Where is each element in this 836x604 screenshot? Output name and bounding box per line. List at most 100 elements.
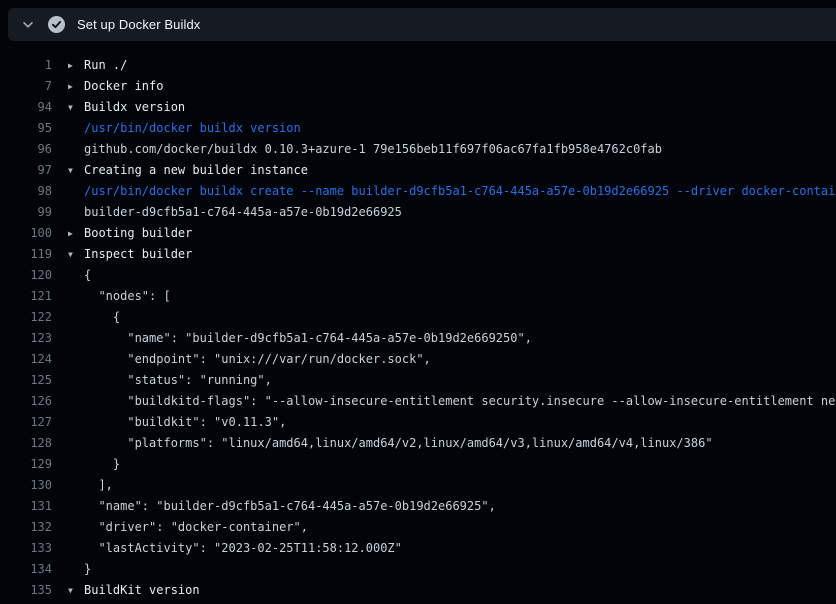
log-text: Docker info bbox=[84, 76, 163, 97]
line-content: /usr/bin/docker buildx version bbox=[52, 118, 301, 139]
group-toggle-arrow bbox=[68, 370, 84, 391]
log-line: 121 "nodes": [ bbox=[0, 286, 836, 307]
log-line: 120 { bbox=[0, 265, 836, 286]
log-text: "platforms": "linux/amd64,linux/amd64/v2… bbox=[84, 433, 713, 454]
line-number[interactable]: 129 bbox=[0, 454, 52, 475]
line-number[interactable]: 127 bbox=[0, 412, 52, 433]
log-text: "status": "running", bbox=[84, 370, 272, 391]
log-line: 131 "name": "builder-d9cfb5a1-c764-445a-… bbox=[0, 496, 836, 517]
line-number[interactable]: 98 bbox=[0, 181, 52, 202]
line-content: ▶ Booting builder bbox=[52, 223, 192, 244]
line-number[interactable]: 121 bbox=[0, 286, 52, 307]
line-number[interactable]: 130 bbox=[0, 475, 52, 496]
line-number[interactable]: 122 bbox=[0, 307, 52, 328]
log-text: } bbox=[84, 454, 120, 475]
group-toggle-arrow[interactable]: ▶ bbox=[68, 55, 84, 76]
group-toggle-arrow bbox=[68, 433, 84, 454]
log-line[interactable]: 135 ▼ BuildKit version bbox=[0, 580, 836, 601]
step-header[interactable]: Set up Docker Buildx bbox=[8, 8, 836, 41]
group-toggle-arrow bbox=[68, 517, 84, 538]
line-number[interactable]: 119 bbox=[0, 244, 52, 265]
log-line[interactable]: 119 ▼ Inspect builder bbox=[0, 244, 836, 265]
line-number[interactable]: 94 bbox=[0, 97, 52, 118]
line-number[interactable]: 96 bbox=[0, 139, 52, 160]
log-text: Creating a new builder instance bbox=[84, 160, 308, 181]
line-number[interactable]: 133 bbox=[0, 538, 52, 559]
line-number[interactable]: 97 bbox=[0, 160, 52, 181]
line-number[interactable]: 134 bbox=[0, 559, 52, 580]
line-content: } bbox=[52, 559, 91, 580]
line-number[interactable]: 95 bbox=[0, 118, 52, 139]
log-line: 123 "name": "builder-d9cfb5a1-c764-445a-… bbox=[0, 328, 836, 349]
log-line: 124 "endpoint": "unix:///var/run/docker.… bbox=[0, 349, 836, 370]
group-toggle-arrow bbox=[68, 475, 84, 496]
log-line[interactable]: 94 ▼ Buildx version bbox=[0, 97, 836, 118]
group-toggle-arrow[interactable]: ▶ bbox=[68, 76, 84, 97]
line-content: ▼ BuildKit version bbox=[52, 580, 200, 601]
line-number[interactable]: 1 bbox=[0, 55, 52, 76]
line-content: ▼ Inspect builder bbox=[52, 244, 192, 265]
line-content: { bbox=[52, 307, 120, 328]
log-line: 99 builder-d9cfb5a1-c764-445a-a57e-0b19d… bbox=[0, 202, 836, 223]
group-toggle-arrow bbox=[68, 307, 84, 328]
log-text: "name": "builder-d9cfb5a1-c764-445a-a57e… bbox=[84, 496, 496, 517]
line-number[interactable]: 100 bbox=[0, 223, 52, 244]
group-toggle-arrow bbox=[68, 454, 84, 475]
line-content: "name": "builder-d9cfb5a1-c764-445a-a57e… bbox=[52, 328, 532, 349]
group-toggle-arrow[interactable]: ▼ bbox=[68, 160, 84, 181]
log-text: builder-d9cfb5a1-c764-445a-a57e-0b19d2e6… bbox=[84, 202, 402, 223]
line-number[interactable]: 128 bbox=[0, 433, 52, 454]
line-content: "endpoint": "unix:///var/run/docker.sock… bbox=[52, 349, 431, 370]
log-text: "lastActivity": "2023-02-25T11:58:12.000… bbox=[84, 538, 402, 559]
line-content: /usr/bin/docker buildx create --name bui… bbox=[52, 181, 836, 202]
log-text: BuildKit version bbox=[84, 580, 200, 601]
line-number[interactable]: 7 bbox=[0, 76, 52, 97]
group-toggle-arrow bbox=[68, 559, 84, 580]
log-line: 122 { bbox=[0, 307, 836, 328]
group-toggle-arrow[interactable]: ▼ bbox=[68, 580, 84, 601]
line-number[interactable]: 135 bbox=[0, 580, 52, 601]
line-number[interactable]: 126 bbox=[0, 391, 52, 412]
log-text: Booting builder bbox=[84, 223, 192, 244]
line-content: ▶ Docker info bbox=[52, 76, 163, 97]
log-text: /usr/bin/docker buildx create --name bui… bbox=[84, 181, 836, 202]
line-content: "buildkitd-flags": "--allow-insecure-ent… bbox=[52, 391, 836, 412]
line-content: "lastActivity": "2023-02-25T11:58:12.000… bbox=[52, 538, 402, 559]
log-line: 130 ], bbox=[0, 475, 836, 496]
chevron-down-icon[interactable] bbox=[21, 18, 35, 32]
log-lines: 1 ▶ Run ./ 7 ▶ Docker info 94 ▼ Buildx v… bbox=[0, 55, 836, 604]
log-text: github.com/docker/buildx 0.10.3+azure-1 … bbox=[84, 139, 662, 160]
group-toggle-arrow bbox=[68, 496, 84, 517]
group-toggle-arrow bbox=[68, 391, 84, 412]
line-number[interactable]: 125 bbox=[0, 370, 52, 391]
line-content: ], bbox=[52, 475, 113, 496]
log-line[interactable]: 7 ▶ Docker info bbox=[0, 76, 836, 97]
group-toggle-arrow bbox=[68, 181, 84, 202]
line-number[interactable]: 124 bbox=[0, 349, 52, 370]
line-number[interactable]: 132 bbox=[0, 517, 52, 538]
log-text: { bbox=[84, 265, 91, 286]
log-text: "driver": "docker-container", bbox=[84, 517, 308, 538]
log-console: 1 ▶ Run ./ 7 ▶ Docker info 94 ▼ Buildx v… bbox=[0, 41, 836, 604]
line-number[interactable]: 131 bbox=[0, 496, 52, 517]
line-content: "name": "builder-d9cfb5a1-c764-445a-a57e… bbox=[52, 496, 496, 517]
log-line: 98 /usr/bin/docker buildx create --name … bbox=[0, 181, 836, 202]
group-toggle-arrow[interactable]: ▼ bbox=[68, 97, 84, 118]
line-number[interactable]: 99 bbox=[0, 202, 52, 223]
log-text: Inspect builder bbox=[84, 244, 192, 265]
line-content: "buildkit": "v0.11.3", bbox=[52, 412, 286, 433]
group-toggle-arrow bbox=[68, 412, 84, 433]
log-line[interactable]: 97 ▼ Creating a new builder instance bbox=[0, 160, 836, 181]
log-text: { bbox=[84, 307, 120, 328]
group-toggle-arrow bbox=[68, 202, 84, 223]
log-line: 95 /usr/bin/docker buildx version bbox=[0, 118, 836, 139]
log-line[interactable]: 100 ▶ Booting builder bbox=[0, 223, 836, 244]
log-line: 96 github.com/docker/buildx 0.10.3+azure… bbox=[0, 139, 836, 160]
group-toggle-arrow bbox=[68, 139, 84, 160]
log-line[interactable]: 1 ▶ Run ./ bbox=[0, 55, 836, 76]
group-toggle-arrow[interactable]: ▼ bbox=[68, 244, 84, 265]
line-number[interactable]: 123 bbox=[0, 328, 52, 349]
line-content: github.com/docker/buildx 0.10.3+azure-1 … bbox=[52, 139, 662, 160]
line-number[interactable]: 120 bbox=[0, 265, 52, 286]
group-toggle-arrow[interactable]: ▶ bbox=[68, 223, 84, 244]
